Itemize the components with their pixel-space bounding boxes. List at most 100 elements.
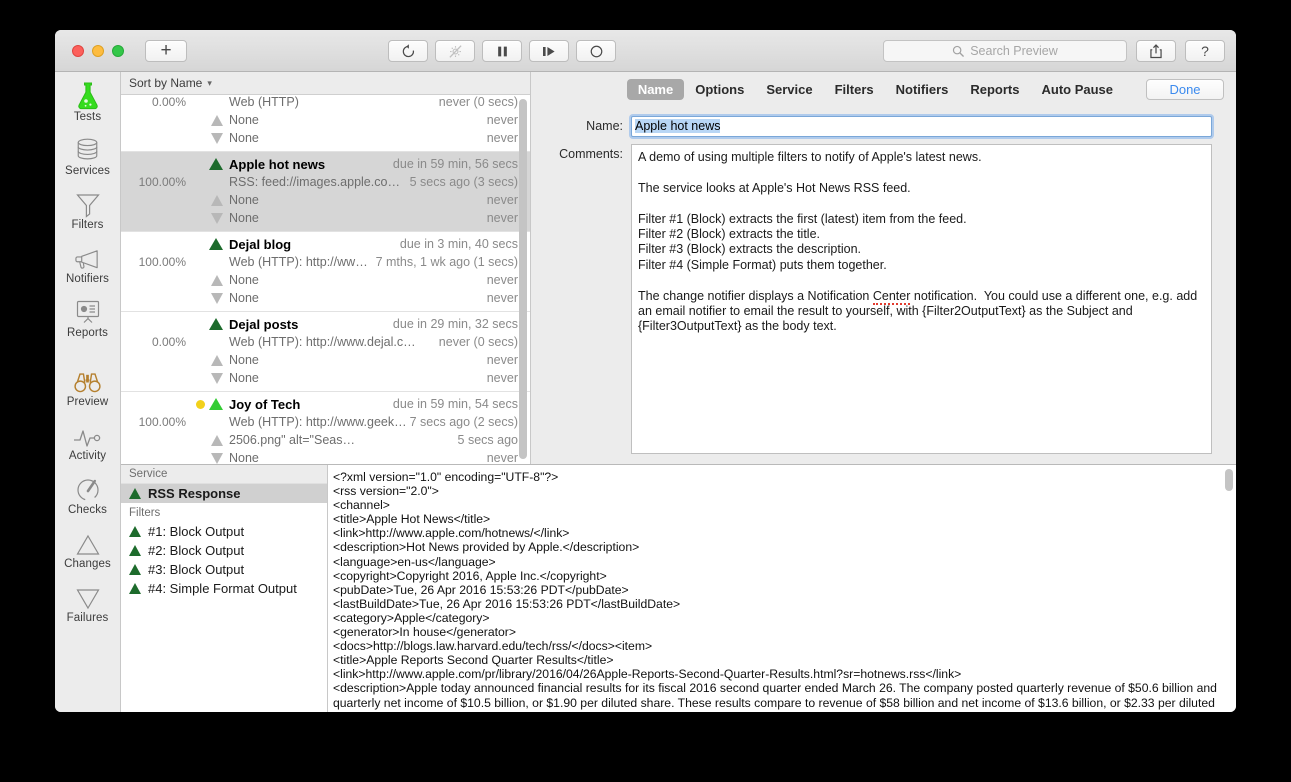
test-row-change: None never <box>121 271 530 289</box>
tab-options[interactable]: Options <box>684 79 755 100</box>
test-list[interactable]: due in 14 min, 32 secs 0.00% Web (HTTP) … <box>121 95 530 464</box>
traffic-lights <box>72 44 124 57</box>
tab-filters[interactable]: Filters <box>824 79 885 100</box>
record-icon[interactable] <box>576 40 616 62</box>
toolbar-center-group <box>388 40 616 62</box>
outline-item-filter-1[interactable]: #1: Block Output <box>121 522 327 541</box>
search-icon <box>953 45 965 57</box>
test-row-service: 100.00% Web (HTTP): http://www.geekc… 7 … <box>121 413 530 431</box>
presentation-icon <box>75 296 101 326</box>
name-input[interactable]: Apple hot news <box>631 116 1212 137</box>
sidebar-item-changes[interactable]: Changes <box>55 521 120 575</box>
triangle-up-green-icon <box>209 318 223 330</box>
sidebar-item-filters[interactable]: Filters <box>55 182 120 236</box>
sidebar-item-label: Changes <box>64 558 111 570</box>
triangle-up-gray-icon <box>193 194 229 206</box>
triangle-down-gray-icon <box>193 452 229 464</box>
gauge-icon-svg <box>76 479 99 501</box>
add-test-button[interactable]: + <box>145 39 187 62</box>
status-indicator <box>193 398 229 410</box>
table-row[interactable]: due in 14 min, 32 secs 0.00% Web (HTTP) … <box>121 95 530 152</box>
zoom-button[interactable] <box>112 44 124 57</box>
pulse-icon-svg <box>73 430 100 447</box>
test-row-top: Joy of Tech due in 59 min, 54 secs <box>121 395 530 413</box>
pause-icon[interactable] <box>482 40 522 62</box>
lower-split: Service RSS Response Filters #1: Block O… <box>121 464 1236 712</box>
xml-line: <?xml version="1.0" encoding="UTF-8"?> <box>333 470 559 484</box>
sidebar-item-failures[interactable]: Failures <box>55 575 120 629</box>
window-titlebar: + Search Preview ? <box>55 30 1236 72</box>
minimize-button[interactable] <box>92 44 104 57</box>
comments-textarea[interactable]: A demo of using multiple filters to noti… <box>631 144 1212 454</box>
sidebar-item-services[interactable]: Services <box>55 128 120 182</box>
sidebar-item-reports[interactable]: Reports <box>55 290 120 344</box>
table-row[interactable]: Dejal blog due in 3 min, 40 secs 100.00%… <box>121 232 530 312</box>
test-change-label: None <box>229 113 259 127</box>
sidebar-item-checks[interactable]: Checks <box>55 467 120 521</box>
test-row-failure: None never <box>121 289 530 307</box>
ignore-changes-icon[interactable] <box>435 40 475 62</box>
eye-slash-icon-svg <box>448 44 462 58</box>
tab-group: Name Options Service Filters Notifiers R… <box>626 78 1124 100</box>
sidebar-item-label: Preview <box>66 396 109 408</box>
triangle-down-icon-svg <box>75 589 100 610</box>
outline-item-filter-2[interactable]: #2: Block Output <box>121 541 327 560</box>
table-row[interactable]: Apple hot news due in 59 min, 56 secs 10… <box>121 152 530 232</box>
refresh-icon[interactable] <box>388 40 428 62</box>
xml-line: <title>Apple Hot News</title> <box>333 512 491 527</box>
help-button[interactable]: ? <box>1185 40 1225 62</box>
sidebar-item-label: Checks <box>68 504 107 516</box>
outline-item-label: #2: Block Output <box>148 543 245 558</box>
close-button[interactable] <box>72 44 84 57</box>
dot-yellow-icon <box>196 399 205 409</box>
pulse-icon <box>73 419 103 449</box>
test-list-panel: Sort by Name ▾ due in 14 min, 32 secs <box>121 72 531 464</box>
triangle-up-icon-svg <box>75 534 100 555</box>
sidebar-item-preview[interactable]: Preview <box>55 359 120 413</box>
triangle-down-gray-icon <box>193 132 229 144</box>
table-row[interactable]: Joy of Tech due in 59 min, 54 secs 100.0… <box>121 392 530 465</box>
test-list-scrollbar[interactable] <box>519 99 527 459</box>
search-input[interactable]: Search Preview <box>883 40 1127 62</box>
tab-notifiers[interactable]: Notifiers <box>885 79 960 100</box>
test-failure-label: None <box>229 451 259 464</box>
done-button[interactable]: Done <box>1146 78 1224 100</box>
preview-content[interactable]: <?xml version="1.0" encoding="UTF-8"?> <… <box>328 465 1236 712</box>
preview-scrollbar[interactable] <box>1225 469 1233 491</box>
sidebar-item-activity[interactable]: Activity <box>55 413 120 467</box>
megaphone-icon <box>74 242 101 272</box>
toolbar-right-group: Search Preview ? <box>883 40 1225 62</box>
comments-field-row: Comments: A demo of using multiple filte… <box>531 144 1212 454</box>
triangle-up-gray-icon <box>193 274 229 286</box>
share-icon[interactable] <box>1136 40 1176 62</box>
binoculars-icon-svg <box>74 373 101 393</box>
funnel-icon-svg <box>75 194 100 218</box>
test-due: due in 3 min, 40 secs <box>399 237 518 251</box>
name-label: Name: <box>586 119 623 133</box>
tab-service[interactable]: Service <box>755 79 823 100</box>
xml-line: <channel> <box>333 498 390 513</box>
funnel-icon <box>75 188 101 218</box>
tab-reports[interactable]: Reports <box>959 79 1030 100</box>
xml-line: <generator>In house</generator> <box>333 625 516 640</box>
tab-name[interactable]: Name <box>626 78 685 100</box>
sidebar-item-notifiers[interactable]: Notifiers <box>55 236 120 290</box>
outline-item-rss-response[interactable]: RSS Response <box>121 484 327 503</box>
outline-item-filter-4[interactable]: #4: Simple Format Output <box>121 579 327 598</box>
sidebar-item-tests[interactable]: Tests <box>55 74 120 128</box>
xml-line: <lastBuildDate>Tue, 26 Apr 2016 15:53:26… <box>333 596 681 611</box>
xml-line: <link>http://www.apple.com/hotnews/</lin… <box>333 526 570 541</box>
step-icon[interactable] <box>529 40 569 62</box>
status-indicator <box>193 158 229 170</box>
megaphone-icon-svg <box>75 250 98 269</box>
triangle-up-green-icon <box>129 564 141 575</box>
flask-icon-svg <box>77 82 98 110</box>
database-icon-svg <box>77 138 98 160</box>
tab-auto-pause[interactable]: Auto Pause <box>1030 79 1124 100</box>
sort-control[interactable]: Sort by Name ▾ <box>121 72 530 95</box>
share-icon-svg <box>1150 43 1162 58</box>
table-row[interactable]: Dejal posts due in 29 min, 32 secs 0.00%… <box>121 312 530 392</box>
triangle-down-gray-icon <box>193 372 229 384</box>
sidebar-item-label: Tests <box>73 111 102 123</box>
outline-item-filter-3[interactable]: #3: Block Output <box>121 560 327 579</box>
